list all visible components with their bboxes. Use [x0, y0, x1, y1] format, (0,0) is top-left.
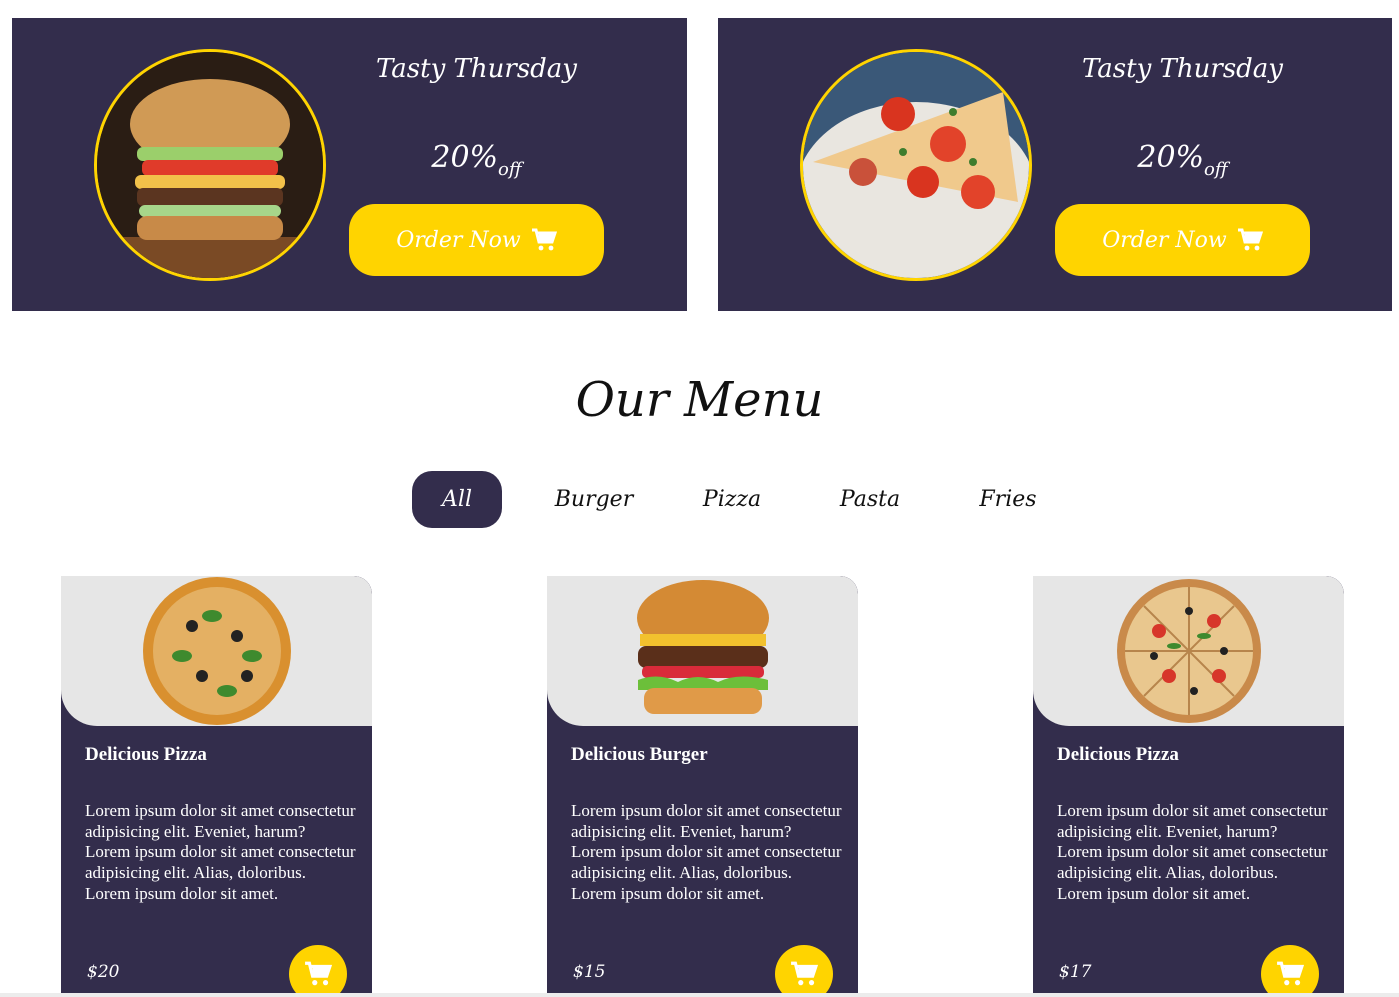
- menu-title: Our Menu: [575, 372, 824, 428]
- order-now-button[interactable]: Order Now: [349, 204, 604, 276]
- description-line: Lorem ipsum dolor sit amet consectetur: [1057, 842, 1328, 862]
- description-line: adipisicing elit. Eveniet, harum?: [85, 821, 306, 841]
- add-to-cart-button[interactable]: [1261, 945, 1319, 997]
- offer-percent: 20%: [1137, 140, 1205, 175]
- description-line: Lorem ipsum dolor sit amet consectetur: [85, 842, 356, 862]
- horizontal-scrollbar[interactable]: [0, 993, 1399, 997]
- order-now-button[interactable]: Order Now: [1055, 204, 1310, 276]
- description-line: Lorem ipsum dolor sit amet consectetur: [85, 801, 356, 820]
- offer-banner-1: Tasty Thursday 20%off Order Now: [12, 18, 687, 311]
- shopping-cart-icon: [531, 228, 557, 252]
- menu-card: Delicious Pizza Lorem ipsum dolor sit am…: [61, 576, 372, 997]
- card-description: Lorem ipsum dolor sit amet consectetur a…: [1057, 801, 1344, 905]
- description-line: Lorem ipsum dolor sit amet consectetur: [571, 842, 842, 862]
- offer-percent: 20%: [431, 140, 499, 175]
- description-line: adipisicing elit. Alias, doloribus.: [1057, 863, 1278, 883]
- offer-off-label: off: [1204, 159, 1228, 180]
- offer-title: Tasty Thursday: [1081, 54, 1283, 84]
- offer-discount: 20%off: [1055, 140, 1310, 180]
- description-line: Lorem ipsum dolor sit amet.: [571, 883, 765, 903]
- tab-burger[interactable]: Burger: [549, 471, 639, 528]
- offer-off-label: off: [498, 159, 522, 180]
- description-line: adipisicing elit. Alias, doloribus.: [571, 863, 792, 883]
- shopping-cart-icon: [1276, 961, 1305, 987]
- card-title: Delicious Pizza: [85, 744, 207, 765]
- card-title: Delicious Pizza: [1057, 744, 1179, 765]
- description-line: Lorem ipsum dolor sit amet consectetur: [571, 801, 842, 820]
- pizza-photo: [800, 49, 1032, 281]
- burger-photo: [94, 49, 326, 281]
- tab-fries[interactable]: Fries: [963, 471, 1053, 528]
- description-line: Lorem ipsum dolor sit amet consectetur: [1057, 801, 1328, 820]
- shopping-cart-icon: [790, 961, 819, 987]
- description-line: adipisicing elit. Eveniet, harum?: [1057, 821, 1278, 841]
- card-price: $15: [573, 962, 606, 982]
- add-to-cart-button[interactable]: [775, 945, 833, 997]
- order-now-label: Order Now: [1102, 227, 1227, 253]
- offer-banner-2: Tasty Thursday 20%off Order Now: [718, 18, 1392, 311]
- shopping-cart-icon: [304, 961, 333, 987]
- burger-image: [547, 576, 858, 726]
- tab-all[interactable]: All: [412, 471, 502, 528]
- order-now-label: Order Now: [396, 227, 521, 253]
- add-to-cart-button[interactable]: [289, 945, 347, 997]
- card-title: Delicious Burger: [571, 744, 708, 765]
- card-description: Lorem ipsum dolor sit amet consectetur a…: [571, 801, 858, 905]
- card-price: $20: [87, 962, 120, 982]
- menu-card: Delicious Pizza Lorem ipsum dolor sit am…: [1033, 576, 1344, 997]
- tab-pizza[interactable]: Pizza: [687, 471, 777, 528]
- menu-card: Delicious Burger Lorem ipsum dolor sit a…: [547, 576, 858, 997]
- description-line: adipisicing elit. Eveniet, harum?: [571, 821, 792, 841]
- pizza-image: [61, 576, 372, 726]
- tab-pasta[interactable]: Pasta: [825, 471, 915, 528]
- pizza-image: [1033, 576, 1344, 726]
- description-line: Lorem ipsum dolor sit amet.: [85, 883, 279, 903]
- offer-discount: 20%off: [349, 140, 604, 180]
- description-line: Lorem ipsum dolor sit amet.: [1057, 883, 1251, 903]
- description-line: adipisicing elit. Alias, doloribus.: [85, 863, 306, 883]
- card-description: Lorem ipsum dolor sit amet consectetur a…: [85, 801, 372, 905]
- offer-title: Tasty Thursday: [375, 54, 577, 84]
- shopping-cart-icon: [1237, 228, 1263, 252]
- card-price: $17: [1059, 962, 1092, 982]
